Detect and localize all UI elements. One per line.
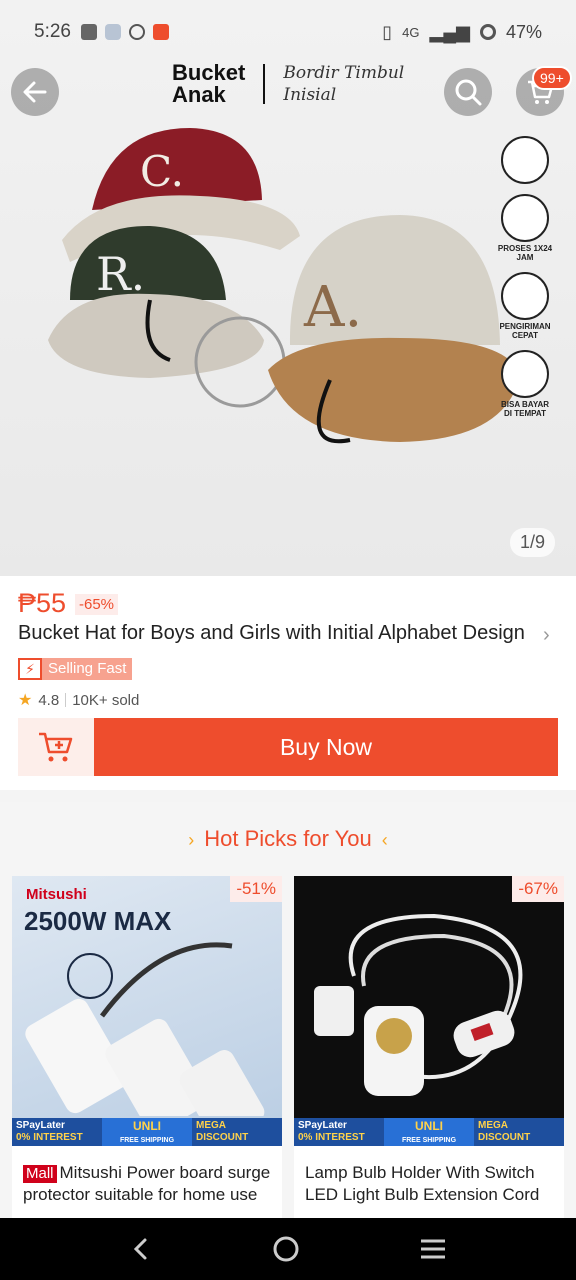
section-divider [0,790,576,802]
arrow-left-icon [23,81,47,103]
hero-title: Bucket Anak Bordir Timbul Inisial [172,62,404,106]
battery-level: 47% [505,21,542,42]
bulb-holder-illustration [314,913,523,1096]
hot-picks-section: › Hot Picks for You ‹ Mitsushi 2500W MAX -… [0,802,576,1218]
hero-title-separator [263,64,266,104]
vibrate-icon: ▯ [382,21,393,42]
system-nav-bar [0,1218,576,1280]
image-page-indicator: 1/9 [510,528,556,557]
card-discount: -67% [512,876,564,902]
hero-title-line2: Anak [172,82,226,107]
sold-count: 10K+ sold [72,691,140,709]
box-icon [501,194,549,242]
cloud-icon [104,24,121,40]
svg-text:C.: C. [140,147,184,196]
promo-banner: SPayLater 0% INTEREST UNLI FREE SHIPPING M… [294,1118,564,1146]
product-card-image: -67% SPayLater 0% INTEREST UNLI FREE SHIPP… [294,876,564,1146]
battery-icon [479,24,496,40]
cart-count-badge: 99+ [532,66,572,90]
truck-icon [501,272,549,320]
shopee-icon [152,24,169,40]
selling-fast-tag: ⚡ Selling Fast [18,658,133,680]
signal-icon: ▂▄▆ [429,21,470,42]
product-card-image: Mitsushi 2500W MAX -51% SPayLater 0% INTE… [12,876,282,1146]
card-discount: -51% [230,876,282,902]
cart-plus-icon [39,732,73,762]
nav-recents-icon[interactable] [419,1237,447,1261]
product-card[interactable]: -67% SPayLater 0% INTEREST UNLI FREE SHIPP… [294,876,564,1218]
status-bar: 5:26 ▯ 4G ▂▄▆ 47% [0,0,576,64]
search-icon [455,79,482,106]
hero-subtitle-line2: Inisial [283,85,337,105]
sparkle-icon: ‹ [381,830,388,850]
sparkle-icon: › [188,830,195,850]
product-rating: ★ 4.8 10K+ sold [18,690,139,710]
network-type: 4G [402,24,420,40]
nav-back-icon[interactable] [129,1237,153,1261]
card-title: Mall Mitsushi Power board surge protector… [23,1163,271,1204]
brand-seal-icon [501,136,549,184]
status-time: 5:26 [34,21,71,42]
power-strip-illustration [25,942,265,1116]
star-icon: ★ [18,692,33,709]
hero-side-badges: PROSES 1X24 JAM PENGIRIMAN CEPAT BISA BA… [496,136,554,418]
hot-picks-heading: › Hot Picks for You ‹ [188,826,388,851]
back-button[interactable] [11,68,59,116]
cash-icon [501,350,549,398]
product-card[interactable]: Mitsushi 2500W MAX -51% SPayLater 0% INTE… [12,876,282,1218]
hero-subtitle-line1: Bordir Timbul [283,63,405,83]
badge-cod: BISA BAYAR DI TEMPAT [496,350,554,418]
product-info: ₱55 -65% Bucket Hat for Boys and Girls w… [0,576,576,790]
hero-title-line1: Bucket [172,60,246,85]
product-price: ₱55 [18,588,67,618]
svg-text:R.: R. [96,247,145,301]
promo-banner: SPayLater 0% INTEREST UNLI FREE SHIPPING M… [12,1118,282,1146]
badge-pengiriman: PENGIRIMAN CEPAT [496,272,554,340]
mall-badge: Mall [23,1165,57,1183]
lightning-icon: ⚡ [18,658,42,680]
rating-value: 4.8 [38,691,60,709]
svg-text:A.: A. [303,275,362,340]
buy-now-button[interactable]: Buy Now [94,718,558,776]
badge-proses: PROSES 1X24 JAM [496,194,554,262]
nav-home-icon[interactable] [272,1235,300,1263]
chevron-right-icon[interactable]: › [543,624,550,647]
shopping-bag-icon [80,24,97,40]
add-to-cart-button[interactable] [18,718,94,776]
product-title[interactable]: Bucket Hat for Boys and Girls with Initi… [18,622,538,645]
search-button[interactable] [444,68,492,116]
card-title: Lamp Bulb Holder With Switch LED Light B… [305,1163,540,1204]
search-icon [128,24,145,40]
product-discount: -65% [75,594,119,615]
